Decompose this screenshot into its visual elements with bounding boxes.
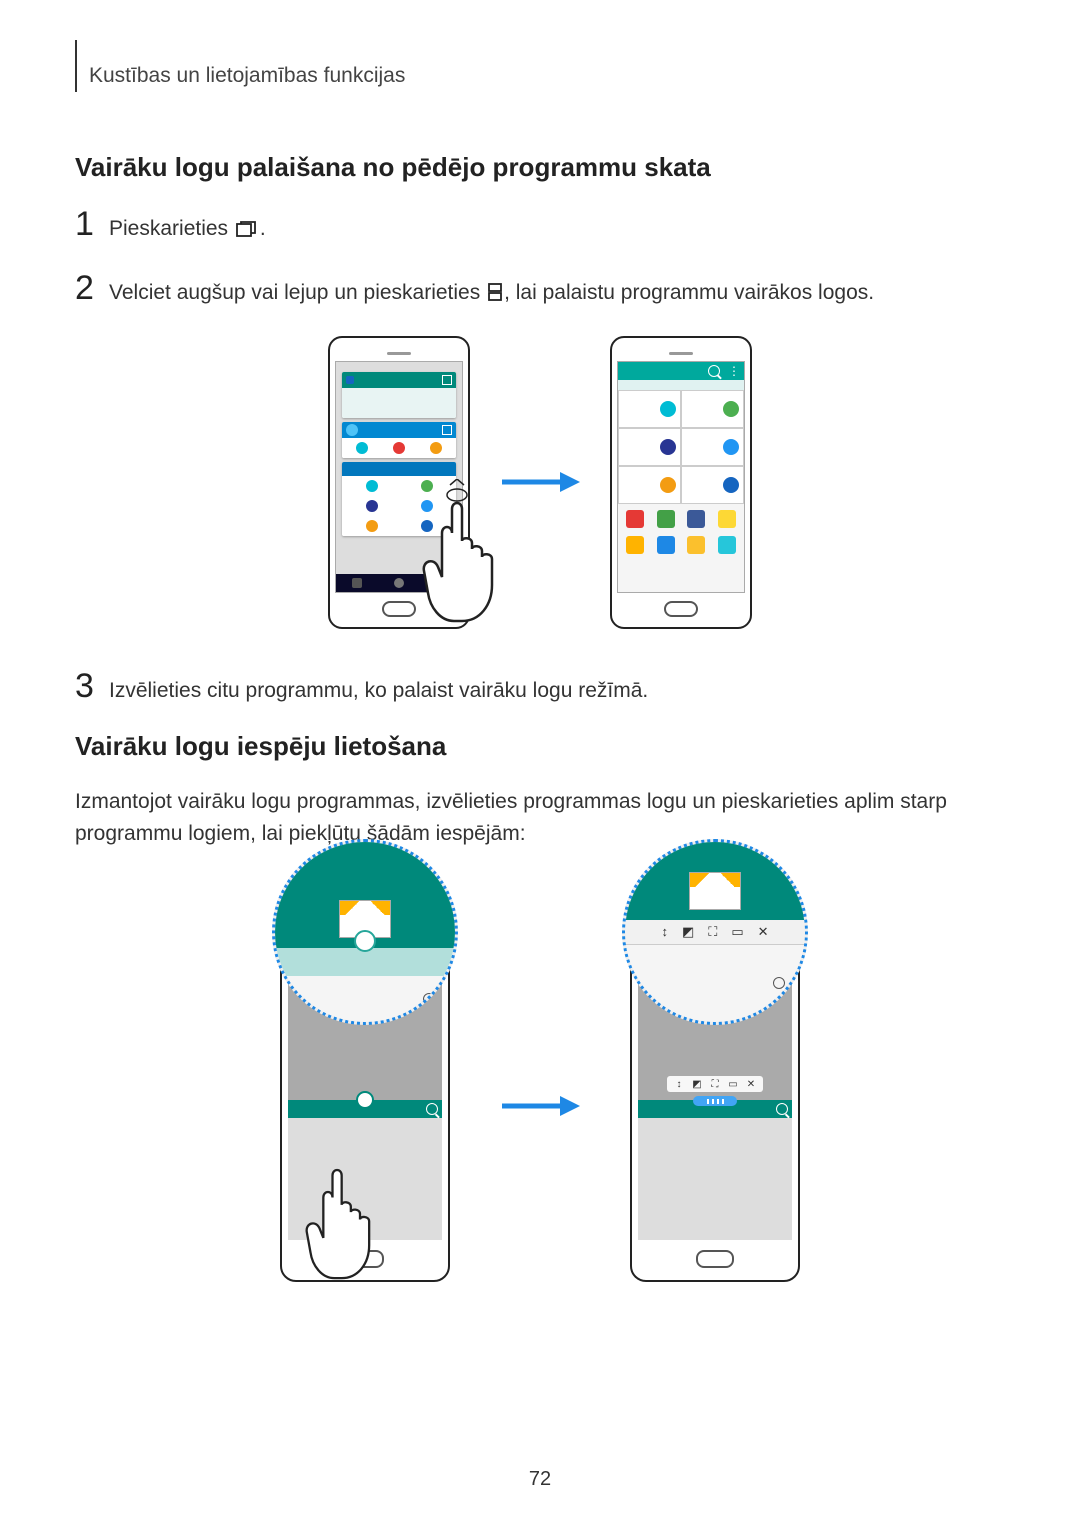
step-text: Izvēlieties citu programmu, ko palaist v… (109, 676, 648, 705)
step-number: 2 (75, 271, 109, 305)
minimize-icon: ▭ (727, 1078, 739, 1090)
recents-card-selected (342, 462, 456, 536)
recent-apps-icon (236, 216, 258, 245)
section-heading-2: Vairāku logu iespēju lietošana (75, 731, 1005, 762)
divider-handle-expanded (693, 1096, 737, 1106)
figure-split-handle-toolbar: ↕ ◩ ⛶ ▭ ✕ ↕ ◩ ⛶ ▭ ✕ (630, 879, 800, 1282)
step-1: 1 Pieskarieties . (75, 207, 1005, 245)
recents-card (342, 422, 456, 458)
divider-handle-icon (356, 1091, 374, 1109)
figure-phone-recents (328, 336, 470, 629)
envelope-icon (689, 872, 741, 910)
step-text: Pieskarieties . (109, 214, 266, 245)
text-run: Pieskarieties (109, 217, 234, 240)
breadcrumb: Kustības un lietojamības funkcijas (89, 64, 405, 88)
page-header: Kustības un lietojamības funkcijas (75, 40, 1005, 92)
section-body: Izmantojot vairāku logu programmas, izvē… (75, 786, 1005, 849)
figure-row-1: ⋮ (75, 336, 1005, 629)
text-run: . (260, 217, 266, 240)
text-run: , lai palaistu programmu vairākos logos. (504, 281, 874, 304)
multiwindow-toolbar: ↕ ◩ ⛶ ▭ ✕ (667, 1076, 763, 1092)
step-number: 1 (75, 207, 109, 241)
page-number: 72 (0, 1468, 1080, 1491)
drag-content-icon: ◩ (691, 1078, 703, 1090)
arrow-right-icon (500, 1093, 580, 1119)
step-3: 3 Izvēlieties citu programmu, ko palaist… (75, 669, 1005, 705)
text-run: Velciet augšup vai lejup un pieskarietie… (109, 281, 486, 304)
multiwindow-icon (488, 280, 502, 309)
recents-card (342, 372, 456, 418)
arrow-right-icon (500, 469, 580, 495)
step-2: 2 Velciet augšup vai lejup un pieskariet… (75, 271, 1005, 309)
divider-handle-icon (354, 930, 376, 952)
zoom-callout (272, 839, 458, 1025)
maximize-icon: ⛶ (708, 924, 717, 940)
step-text: Velciet augšup vai lejup un pieskarietie… (109, 278, 874, 309)
drag-content-icon: ◩ (682, 924, 694, 940)
close-icon: ✕ (758, 924, 769, 940)
swap-icon: ↕ (661, 924, 668, 939)
figure-split-handle-tap (280, 879, 450, 1282)
section-heading-1: Vairāku logu palaišana no pēdējo program… (75, 152, 1005, 183)
step-number: 3 (75, 669, 109, 703)
close-icon: ✕ (745, 1078, 757, 1090)
maximize-icon: ⛶ (709, 1078, 721, 1090)
figure-phone-multiwindow: ⋮ (610, 336, 752, 629)
zoom-callout: ↕ ◩ ⛶ ▭ ✕ (622, 839, 808, 1025)
figure-row-2: ↕ ◩ ⛶ ▭ ✕ ↕ ◩ ⛶ ▭ ✕ (75, 879, 1005, 1282)
swap-icon: ↕ (673, 1078, 685, 1090)
minimize-icon: ▭ (731, 924, 743, 940)
